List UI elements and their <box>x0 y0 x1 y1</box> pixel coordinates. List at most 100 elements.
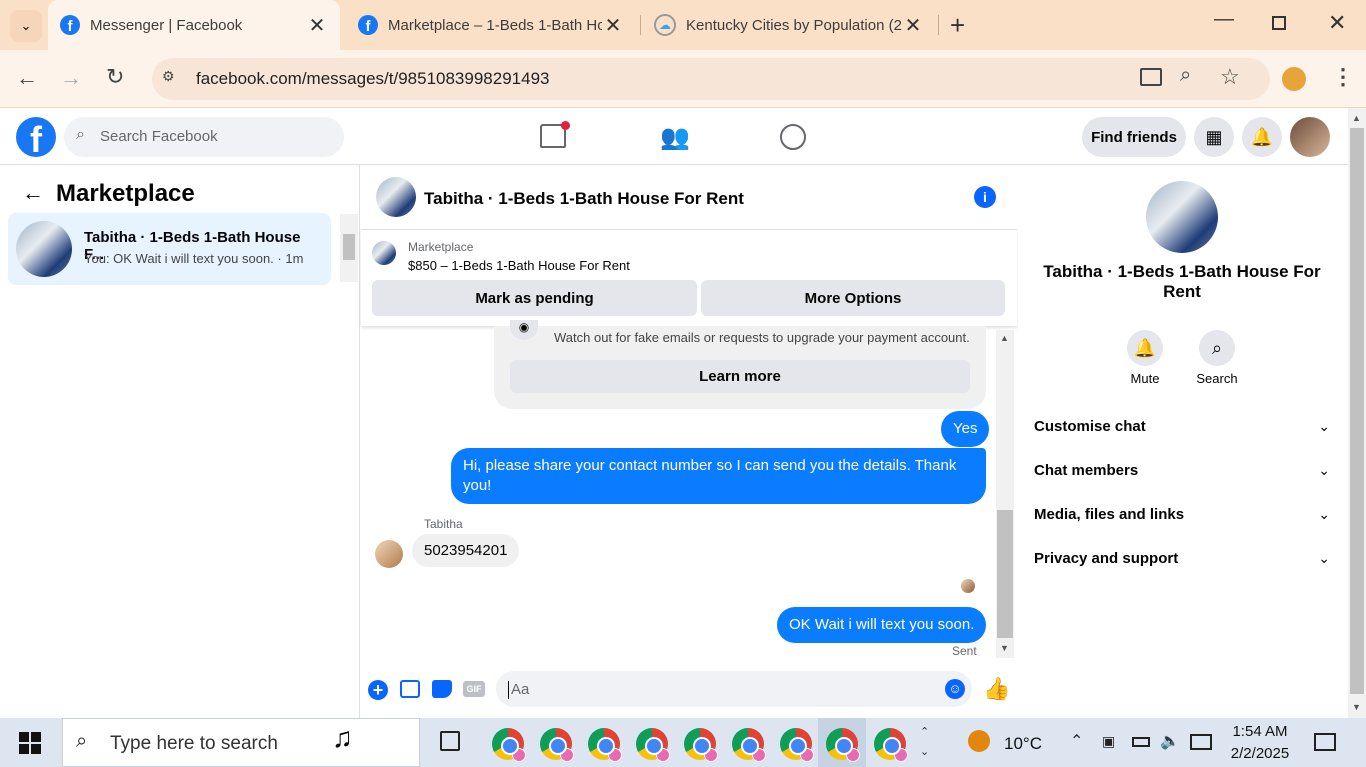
message-input[interactable] <box>496 671 972 707</box>
minimize-icon[interactable]: — <box>1214 8 1234 31</box>
message-bubble[interactable]: OK Wait i will text you soon. <box>777 607 987 643</box>
facebook-icon: f <box>358 15 378 35</box>
camera-icon[interactable]: ▣ <box>1102 733 1115 750</box>
chrome-icon[interactable] <box>874 728 908 762</box>
thumbs-up-icon[interactable]: 👍 <box>983 676 1010 702</box>
tray-expand-icon[interactable]: ⌃ <box>1070 731 1083 751</box>
avatar[interactable] <box>376 177 416 217</box>
chrome-icon[interactable] <box>780 728 814 762</box>
avatar[interactable] <box>1146 181 1218 253</box>
network-icon[interactable] <box>1190 734 1212 750</box>
notification-dot <box>561 121 570 130</box>
reload-icon[interactable]: ↻ <box>106 64 124 90</box>
section-chat-members[interactable]: Chat members ⌄ <box>1034 462 1330 479</box>
section-privacy-support[interactable]: Privacy and support ⌄ <box>1034 550 1330 567</box>
chat-title[interactable]: Tabitha · 1-Beds 1-Bath House For Rent <box>424 189 744 209</box>
avatar <box>16 221 72 277</box>
find-friends-button[interactable]: Find friends <box>1082 117 1186 157</box>
image-icon[interactable] <box>400 680 420 698</box>
more-options-button[interactable]: More Options <box>701 280 1005 316</box>
mute-bell-icon[interactable]: 🔔 <box>1127 330 1163 366</box>
profile-icon[interactable] <box>1282 67 1306 91</box>
chat-scroll-thumb[interactable] <box>997 510 1013 638</box>
sticker-icon[interactable] <box>432 680 452 698</box>
clock-date[interactable]: 2/2/2025 <box>1226 745 1294 762</box>
section-media-files[interactable]: Media, files and links ⌄ <box>1034 506 1330 523</box>
info-icon[interactable]: i <box>974 186 996 208</box>
battery-icon[interactable] <box>1132 737 1150 747</box>
mark-pending-button[interactable]: Mark as pending <box>372 280 697 316</box>
page-scroll-thumb[interactable] <box>1350 128 1364 694</box>
facebook-logo-icon[interactable]: f <box>16 117 56 157</box>
notification-center-icon[interactable] <box>1314 733 1336 751</box>
scroll-up-icon[interactable]: ▲ <box>1000 333 1009 343</box>
message-bubble[interactable]: 5023954201 <box>412 534 520 567</box>
menu-kebab-icon[interactable]: ⋮ <box>1332 64 1354 90</box>
chrome-icon[interactable] <box>636 728 670 762</box>
weather-moon-icon <box>968 730 990 752</box>
list-scroll-thumb[interactable] <box>343 234 355 260</box>
chrome-icon[interactable] <box>588 728 622 762</box>
install-app-icon[interactable] <box>1140 68 1162 86</box>
back-arrow-icon[interactable]: ← <box>22 180 44 206</box>
panel-title: Marketplace <box>56 180 195 207</box>
search-icon[interactable]: ⌕ <box>1199 330 1235 366</box>
taskbar-overflow-icon[interactable]: ⌃ ⌄ <box>920 722 929 762</box>
text-cursor <box>508 681 509 699</box>
scroll-down-icon[interactable]: ▼ <box>1000 643 1009 653</box>
close-window-icon[interactable]: ✕ <box>1328 10 1346 36</box>
composer-placeholder: Aa <box>511 681 530 698</box>
message-bubble[interactable]: Hi, please share your contact number so … <box>451 448 986 504</box>
restore-icon[interactable] <box>1272 16 1286 30</box>
search-placeholder: Search Facebook <box>100 128 218 145</box>
avatar[interactable] <box>375 540 403 568</box>
close-tab-icon[interactable]: ✕ <box>602 13 624 38</box>
chevron-down-icon: ⌄ <box>1318 506 1330 522</box>
url-text[interactable]: facebook.com/messages/t/9851083998291493 <box>196 69 549 89</box>
bookmark-star-icon[interactable]: ☆ <box>1220 64 1240 90</box>
scroll-up-icon[interactable]: ▲ <box>1352 113 1361 123</box>
plus-icon[interactable]: + <box>368 680 388 700</box>
forward-icon[interactable]: → <box>60 65 82 91</box>
avatar[interactable] <box>1290 117 1330 157</box>
tab-kentucky[interactable]: ☁ Kentucky Cities by Population (2 ✕ <box>642 0 936 50</box>
message-bubble[interactable]: Yes <box>941 411 990 447</box>
chrome-icon[interactable] <box>826 728 860 762</box>
search-icon: ⌕ <box>76 730 88 752</box>
tab-marketplace[interactable]: f Marketplace – 1-Beds 1-Bath Ho ✕ <box>346 0 636 50</box>
read-receipt-avatar <box>961 579 975 593</box>
site-info-icon[interactable]: ⚙ <box>162 68 182 88</box>
zoom-icon[interactable]: ⌕ <box>1180 64 1191 87</box>
friends-icon[interactable]: 👥 <box>660 123 690 152</box>
scroll-down-icon[interactable]: ▼ <box>1352 702 1361 712</box>
close-tab-icon[interactable]: ✕ <box>306 13 328 38</box>
chrome-icon[interactable] <box>492 728 526 762</box>
chrome-icon[interactable] <box>732 728 766 762</box>
mute-label[interactable]: Mute <box>1120 371 1170 386</box>
listing-text[interactable]: $850 – 1-Beds 1-Bath House For Rent <box>408 258 630 273</box>
section-customise-chat[interactable]: Customise chat ⌄ <box>1034 418 1330 435</box>
chevron-down-icon: ⌄ <box>1318 462 1330 478</box>
groups-icon[interactable] <box>780 124 806 150</box>
tab-divider <box>640 15 641 35</box>
gif-icon[interactable]: GIF <box>463 681 485 697</box>
new-tab-icon[interactable]: + <box>950 10 965 41</box>
chrome-icon[interactable] <box>540 728 574 762</box>
tab-search-chevron-icon[interactable]: ⌄ <box>10 10 42 42</box>
notifications-bell-icon[interactable]: 🔔 <box>1242 117 1282 157</box>
clock-time[interactable]: 1:54 AM <box>1232 723 1288 740</box>
emoji-icon[interactable]: ☺ <box>945 679 965 699</box>
learn-more-button[interactable]: Learn more <box>510 360 970 393</box>
task-view-icon[interactable] <box>440 731 460 751</box>
menu-grid-icon[interactable]: ▦ <box>1194 117 1234 157</box>
chrome-icon[interactable] <box>684 728 718 762</box>
windows-start-icon[interactable] <box>19 732 41 754</box>
sender-label: Tabitha <box>424 517 463 531</box>
tab-messenger[interactable]: f Messenger | Facebook ✕ <box>48 0 340 50</box>
search-label[interactable]: Search <box>1192 371 1242 386</box>
conversation-preview: You: OK Wait i will text you soon. · 1m <box>84 251 304 266</box>
close-tab-icon[interactable]: ✕ <box>902 13 924 38</box>
back-icon[interactable]: ← <box>16 65 38 91</box>
weather-temp[interactable]: 10°C <box>1004 734 1042 754</box>
volume-icon[interactable]: 🔈 <box>1160 731 1180 751</box>
